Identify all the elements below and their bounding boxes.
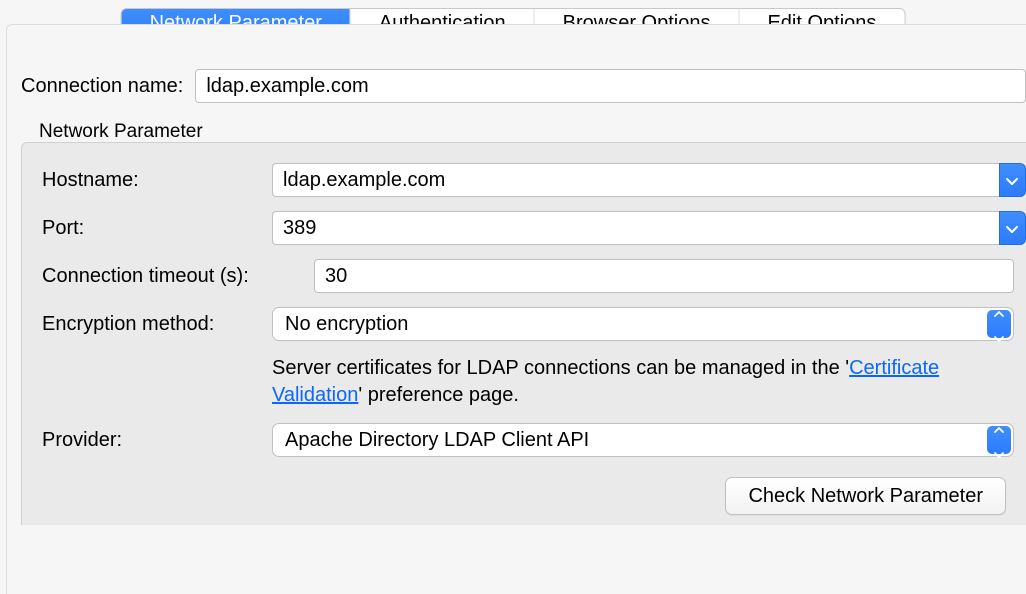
provider-popup-knob[interactable] [987,426,1011,454]
chevron-down-icon [994,441,1004,464]
hostname-combo[interactable] [272,163,1026,197]
tab-panel: Connection name: Network Parameter Hostn… [6,24,1026,594]
port-dropdown-button[interactable] [999,211,1026,245]
encryption-value: No encryption [285,313,408,336]
hostname-input[interactable] [272,163,999,197]
encryption-popup[interactable]: No encryption [272,307,1014,341]
certificate-hint-before: Server certificates for LDAP connections… [272,357,849,379]
hostname-dropdown-button[interactable] [999,163,1026,197]
encryption-popup-knob[interactable] [987,310,1011,338]
provider-label: Provider: [42,429,272,452]
timeout-label: Connection timeout (s): [42,265,272,288]
chevron-down-icon [1006,169,1018,192]
chevron-up-icon [994,416,1004,439]
chevron-down-icon [994,325,1004,348]
chevron-up-icon [994,300,1004,323]
certificate-hint: Server certificates for LDAP connections… [272,355,1026,409]
connection-name-label: Connection name: [21,75,183,98]
network-parameter-group: Network Parameter Hostname: [21,121,1026,525]
group-title: Network Parameter [21,121,1026,143]
connection-name-input[interactable] [195,69,1026,103]
port-input[interactable] [272,211,999,245]
timeout-input[interactable] [314,259,1014,293]
encryption-label: Encryption method: [42,313,272,336]
provider-popup[interactable]: Apache Directory LDAP Client API [272,423,1014,457]
port-label: Port: [42,217,272,240]
provider-value: Apache Directory LDAP Client API [285,429,589,452]
check-network-parameter-button[interactable]: Check Network Parameter [725,477,1006,515]
hostname-label: Hostname: [42,169,272,192]
certificate-hint-after: ' preference page. [358,384,519,406]
chevron-down-icon [1006,217,1018,240]
port-combo[interactable] [272,211,1026,245]
